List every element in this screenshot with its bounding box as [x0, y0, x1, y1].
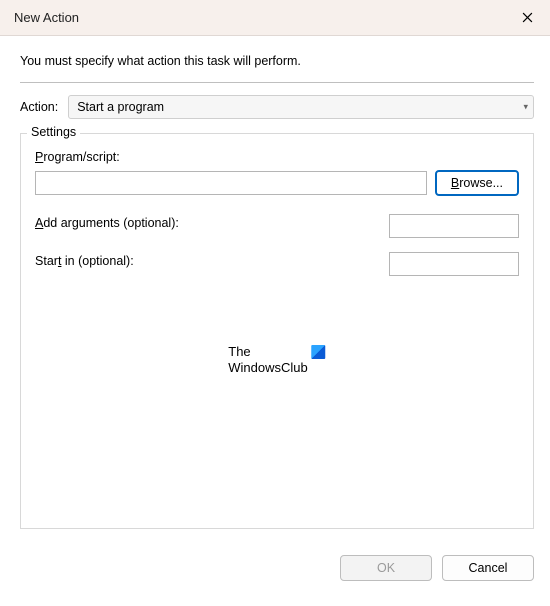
- cancel-button[interactable]: Cancel: [442, 555, 534, 581]
- startin-input[interactable]: [389, 252, 519, 276]
- watermark-logo-icon: [312, 345, 326, 359]
- intro-text: You must specify what action this task w…: [20, 54, 534, 68]
- divider: [20, 82, 534, 83]
- settings-legend: Settings: [27, 125, 80, 139]
- arguments-row: Add arguments (optional):: [35, 214, 519, 238]
- close-button[interactable]: [504, 0, 550, 36]
- arguments-input[interactable]: [389, 214, 519, 238]
- program-script-label: Program/script:: [35, 150, 519, 164]
- startin-row: Start in (optional):: [35, 252, 519, 276]
- action-label: Action:: [20, 100, 58, 114]
- titlebar: New Action: [0, 0, 550, 36]
- ok-button[interactable]: OK: [340, 555, 432, 581]
- watermark-line1: The: [228, 344, 307, 360]
- browse-button[interactable]: Browse...: [435, 170, 519, 196]
- close-icon: [522, 12, 533, 23]
- watermark-line2: WindowsClub: [228, 360, 307, 376]
- dialog-footer: OK Cancel: [0, 541, 550, 597]
- dialog-body: You must specify what action this task w…: [0, 36, 550, 541]
- window-title: New Action: [14, 10, 79, 25]
- settings-group: Settings Program/script: Browse... Add a…: [20, 133, 534, 529]
- program-script-row: Browse...: [35, 170, 519, 196]
- startin-label: Start in (optional):: [35, 254, 134, 268]
- action-select-value: Start a program: [68, 95, 534, 119]
- program-script-input[interactable]: [35, 171, 427, 195]
- action-row: Action: Start a program ▾: [20, 95, 534, 119]
- watermark: The WindowsClub: [228, 344, 325, 375]
- arguments-label: Add arguments (optional):: [35, 216, 179, 230]
- action-select[interactable]: Start a program ▾: [68, 95, 534, 119]
